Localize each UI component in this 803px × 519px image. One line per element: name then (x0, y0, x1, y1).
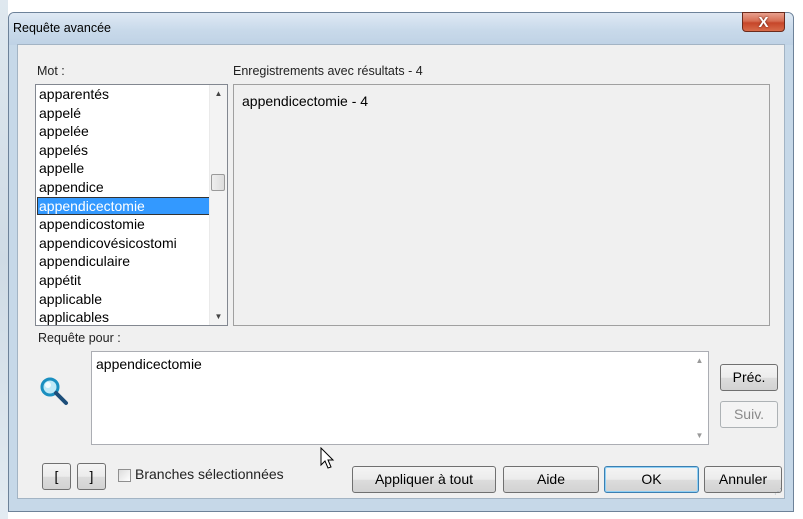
ok-button[interactable]: OK (604, 466, 699, 493)
list-item[interactable]: appelle (37, 159, 212, 178)
resize-grip-icon[interactable]: ⋰ (774, 487, 782, 496)
selected-branches-label[interactable]: Branches sélectionnées (135, 466, 284, 482)
list-item[interactable]: appendicovésicostomi (37, 234, 212, 253)
list-item[interactable]: applicables (37, 308, 212, 325)
list-item[interactable]: applicable (37, 290, 212, 309)
list-item[interactable]: apparentés (37, 85, 212, 104)
word-list-scrollbar[interactable]: ▲ ▼ (209, 85, 227, 325)
dialog-body: Mot : Enregistrements avec résultats - 4… (17, 44, 785, 499)
query-textarea[interactable]: appendicectomie ▲ ▼ (91, 351, 709, 445)
close-bracket-button[interactable]: ] (77, 463, 106, 490)
apply-all-button[interactable]: Appliquer à tout (352, 466, 496, 493)
selected-branches-checkbox[interactable] (118, 469, 131, 482)
word-label: Mot : (37, 64, 65, 78)
next-button[interactable]: Suiv. (720, 401, 778, 428)
results-list[interactable]: appendicectomie - 4 (233, 84, 770, 326)
background-edge (0, 0, 8, 519)
list-item[interactable]: appendicectomie (37, 196, 212, 216)
query-scroll-up-icon[interactable]: ▲ (691, 352, 708, 369)
list-item[interactable]: appendiculaire (37, 252, 212, 271)
open-bracket-button[interactable]: [ (42, 463, 71, 490)
scroll-down-icon[interactable]: ▼ (210, 308, 227, 325)
list-item[interactable]: appelée (37, 122, 212, 141)
records-label: Enregistrements avec résultats - 4 (233, 64, 423, 78)
mouse-pointer-icon (320, 447, 335, 469)
list-item[interactable]: appelé (37, 104, 212, 123)
scroll-thumb[interactable] (211, 174, 225, 191)
list-item[interactable]: appendicostomie (37, 215, 212, 234)
query-for-label: Requête pour : (38, 331, 121, 345)
window-title: Requête avancée (13, 21, 111, 35)
help-button[interactable]: Aide (503, 466, 599, 493)
cancel-button[interactable]: Annuler (704, 466, 782, 493)
list-item[interactable]: appelés (37, 141, 212, 160)
search-icon (40, 377, 68, 405)
word-list: apparentés appelé appelée appelés appelle app… (37, 85, 212, 325)
query-scroll-down-icon[interactable]: ▼ (691, 427, 708, 444)
result-item[interactable]: appendicectomie - 4 (242, 93, 368, 109)
previous-button[interactable]: Préc. (720, 364, 778, 391)
dialog-window: Requête avancée X Mot : Enregistrements … (8, 12, 794, 512)
word-listbox[interactable]: apparentés appelé appelée appelés appelle app… (35, 84, 228, 326)
close-button[interactable]: X (742, 12, 785, 32)
query-scrollbar[interactable]: ▲ ▼ (691, 352, 708, 444)
list-item[interactable]: appétit (37, 271, 212, 290)
title-bar: Requête avancée X (9, 12, 793, 45)
scroll-up-icon[interactable]: ▲ (210, 85, 227, 102)
list-item[interactable]: appendice (37, 178, 212, 197)
query-text: appendicectomie (96, 356, 202, 372)
